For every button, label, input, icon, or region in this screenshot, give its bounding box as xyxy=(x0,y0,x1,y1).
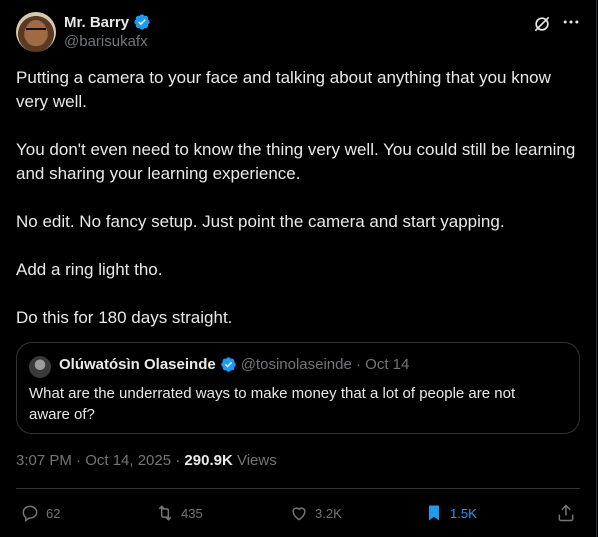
post-text: Putting a camera to your face and talkin… xyxy=(16,66,576,354)
like-button[interactable]: 3.2K xyxy=(289,498,342,528)
like-count: 3.2K xyxy=(315,505,342,521)
post-time[interactable]: 3:07 PM · Oct 14, 2025 · xyxy=(16,452,184,469)
post-paragraph: Putting a camera to your face and talkin… xyxy=(16,68,551,111)
quoted-avatar xyxy=(29,356,51,378)
reply-icon xyxy=(22,505,38,522)
views-count: 290.9K xyxy=(184,452,233,469)
avatar-glasses xyxy=(26,28,46,35)
repost-icon xyxy=(158,505,172,521)
repost-count: 435 xyxy=(181,505,203,521)
verified-badge-icon xyxy=(220,357,236,372)
repost-button[interactable]: 435 xyxy=(155,498,203,528)
quoted-header: Olúwatósìn Olaseinde @tosinolaseinde · O… xyxy=(59,356,409,373)
author-name[interactable]: Mr. Barry xyxy=(64,14,129,31)
divider xyxy=(16,488,580,489)
views-label: Views xyxy=(232,452,277,469)
quoted-post[interactable]: Olúwatósìn Olaseinde @tosinolaseinde · O… xyxy=(16,342,580,434)
column-border xyxy=(596,0,597,537)
bookmark-button[interactable]: 1.5K xyxy=(424,498,477,528)
author-name-row: Mr. Barry xyxy=(64,13,151,31)
share-button[interactable] xyxy=(556,498,576,528)
post-paragraph: Do this for 180 days straight. xyxy=(16,308,233,327)
author-handle[interactable]: @barisukafx xyxy=(64,33,148,50)
quoted-text: What are the underrated ways to make mon… xyxy=(29,385,516,423)
quoted-meta: @tosinolaseinde · Oct 14 xyxy=(240,356,410,373)
post-paragraph: No edit. No fancy setup. Just point the … xyxy=(16,212,505,231)
bookmark-count: 1.5K xyxy=(450,505,477,521)
post-paragraph: Add a ring light tho. xyxy=(16,260,163,279)
verified-badge-icon xyxy=(134,14,150,30)
author-avatar[interactable] xyxy=(16,12,56,52)
post-header: Mr. Barry @barisukafx xyxy=(16,12,582,56)
heart-icon xyxy=(292,507,306,521)
share-icon xyxy=(558,504,574,522)
quoted-name: Olúwatósìn Olaseinde xyxy=(59,356,216,373)
reply-button[interactable]: 62 xyxy=(20,498,60,528)
action-bar: 62 435 3.2K 1.5K xyxy=(16,498,580,528)
reply-count: 62 xyxy=(46,505,61,521)
post-paragraph: You don't even need to know the thing ve… xyxy=(16,140,576,183)
more-icon[interactable] xyxy=(560,12,582,34)
bookmark-icon xyxy=(429,505,439,521)
grok-icon[interactable] xyxy=(532,14,552,34)
post-meta: 3:07 PM · Oct 14, 2025 · 290.9K Views xyxy=(16,452,277,469)
